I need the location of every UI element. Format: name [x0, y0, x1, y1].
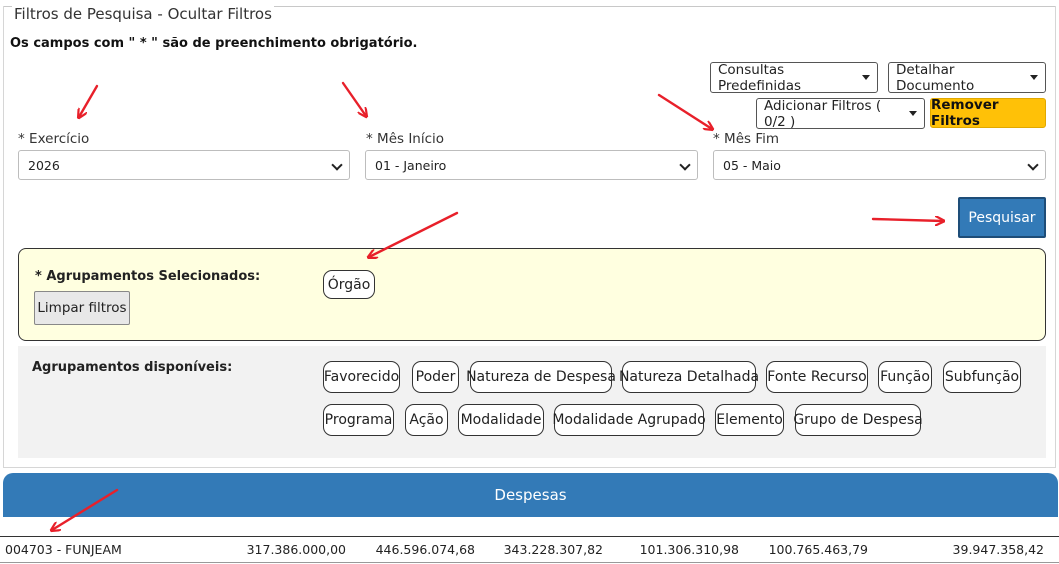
- row-value-cell: 39.947.358,42: [952, 542, 1044, 557]
- chip-modalidade[interactable]: Modalidade: [458, 404, 544, 436]
- filters-legend-title: Filtros de Pesquisa: [14, 5, 153, 23]
- hide-filters-link[interactable]: Ocultar Filtros: [168, 5, 272, 23]
- caret-down-icon: [1030, 75, 1038, 80]
- available-groupings-title: Agrupamentos disponíveis:: [32, 360, 233, 375]
- chip-natureza-despesa[interactable]: Natureza de Despesa: [466, 361, 616, 393]
- chevron-down-icon: [331, 159, 343, 171]
- mes-fim-value: 05 - Maio: [723, 157, 781, 173]
- row-orgao-cell: 004703 - FUNJEAM: [5, 542, 122, 557]
- mes-inicio-value: 01 - Janeiro: [375, 157, 447, 173]
- selected-groupings-title: * Agrupamentos Selecionados:: [35, 269, 261, 284]
- row-value-cell: 317.386.000,00: [246, 542, 346, 557]
- row-value-cell: 100.765.463,79: [768, 542, 868, 557]
- chip-subfuncao[interactable]: Subfunção: [943, 361, 1021, 393]
- chip-programa[interactable]: Programa: [323, 404, 394, 436]
- row-value-cell: 343.228.307,82: [503, 542, 603, 557]
- chip-natureza-detalhada[interactable]: Natureza Detalhada: [619, 361, 759, 393]
- filters-legend-separator: -: [152, 5, 168, 23]
- available-groupings-panel: Agrupamentos disponíveis: Favorecido Pod…: [18, 346, 1046, 458]
- row-divider: [0, 536, 1059, 537]
- table-row[interactable]: 004703 - FUNJEAM 317.386.000,00 446.596.…: [0, 538, 1059, 562]
- row-divider: [0, 562, 1059, 563]
- remove-filters-button[interactable]: Remover Filtros: [930, 97, 1046, 129]
- detail-document-button[interactable]: Detalhar Documento: [888, 61, 1046, 94]
- caret-down-icon: [862, 75, 870, 80]
- chip-acao[interactable]: Ação: [405, 404, 448, 436]
- exercicio-value: 2026: [28, 157, 60, 173]
- chevron-down-icon: [679, 159, 691, 171]
- caret-down-icon: [909, 111, 917, 116]
- mes-fim-select[interactable]: 05 - Maio: [713, 150, 1046, 180]
- exercicio-select[interactable]: 2026: [18, 150, 350, 180]
- mes-inicio-select[interactable]: 01 - Janeiro: [365, 150, 698, 180]
- row-value-cell: 101.306.310,98: [639, 542, 739, 557]
- required-fields-note: Os campos com " * " são de preenchimento…: [10, 36, 418, 51]
- table-row: [0, 517, 1059, 528]
- detail-document-label: Detalhar Documento: [896, 61, 975, 94]
- chip-modalidade-agrupado[interactable]: Modalidade Agrupado: [552, 404, 706, 436]
- selected-chip-orgao[interactable]: Órgão: [323, 270, 375, 299]
- add-filters-label: Adicionar Filtros ( 0/2 ): [764, 97, 882, 130]
- chevron-down-icon: [1027, 159, 1039, 171]
- selected-groupings-panel: * Agrupamentos Selecionados: Limpar filt…: [18, 248, 1046, 341]
- filters-legend: Filtros de Pesquisa - Ocultar Filtros: [12, 5, 274, 23]
- fieldset-border: [4, 6, 12, 7]
- row-value-cell: 446.596.074,68: [375, 542, 475, 557]
- predefined-queries-button[interactable]: Consultas Predefinidas: [710, 61, 878, 94]
- mes-fim-label: * Mês Fim: [713, 131, 780, 147]
- chip-funcao[interactable]: Função: [878, 361, 932, 393]
- mes-inicio-label: * Mês Início: [366, 131, 445, 147]
- exercicio-label: * Exercício: [18, 131, 90, 147]
- table-header: Despesas: [3, 473, 1058, 517]
- chip-fonte-recurso[interactable]: Fonte Recurso: [766, 361, 868, 393]
- chip-grupo-despesa[interactable]: Grupo de Despesa: [793, 404, 923, 436]
- chip-elemento[interactable]: Elemento: [715, 404, 784, 436]
- clear-filters-button[interactable]: Limpar filtros: [34, 291, 130, 325]
- predefined-queries-label: Consultas Predefinidas: [718, 61, 802, 94]
- chip-poder[interactable]: Poder: [412, 361, 459, 393]
- search-button[interactable]: Pesquisar: [958, 197, 1046, 238]
- chip-favorecido[interactable]: Favorecido: [323, 361, 400, 393]
- fieldset-border: [268, 6, 1055, 7]
- add-filters-button[interactable]: Adicionar Filtros ( 0/2 ): [756, 97, 925, 130]
